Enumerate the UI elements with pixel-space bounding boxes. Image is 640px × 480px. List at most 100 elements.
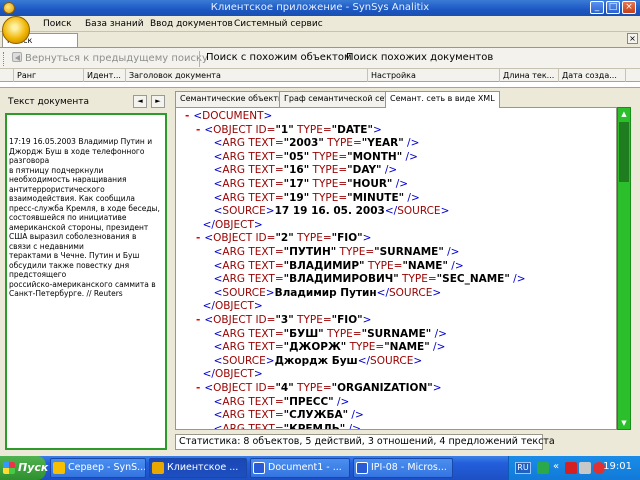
- close-button[interactable]: ×: [622, 1, 636, 14]
- task-label: Клиентское ...: [167, 462, 239, 473]
- text-line: необходимость наращивания: [9, 175, 127, 184]
- menu-search[interactable]: Поиск: [43, 19, 72, 29]
- xml-arg-line: <ARG TEXT="ПУТИН" TYPE="SURNAME" />: [213, 246, 460, 258]
- similar-object-search-button[interactable]: Поиск с похожим объектом: [206, 52, 351, 63]
- task-label: Document1 - ...: [268, 462, 342, 473]
- window-title: Клиентское приложение - SynSys Analitix: [210, 2, 430, 13]
- task-ipi08[interactable]: IPI-08 - Micros...: [353, 458, 453, 478]
- text-line: обсудили также повестку дня: [9, 260, 130, 270]
- security-alert-icon[interactable]: [565, 462, 577, 474]
- column-text-length[interactable]: Длина тек...: [500, 69, 559, 82]
- menu-bar: Поиск База знаний Ввод документов Систем…: [0, 16, 640, 44]
- xml-arg-line: <ARG TEXT="17" TYPE="HOUR" />: [213, 178, 409, 190]
- text-line: связи с недавними: [9, 241, 84, 251]
- minimize-button[interactable]: _: [590, 1, 604, 14]
- task-document1[interactable]: Document1 - ...: [250, 458, 350, 478]
- task-client-app[interactable]: Клиентское ...: [149, 458, 247, 478]
- show-hidden-icons[interactable]: «: [553, 461, 559, 472]
- menu-knowledge-base[interactable]: База знаний: [85, 19, 144, 29]
- xml-object-open: - <OBJECT ID="2" TYPE="FIO">: [196, 232, 372, 245]
- toolbar: Вернуться к предыдущему поиску Поиск с п…: [0, 47, 640, 69]
- menu-document-input[interactable]: Ввод документов: [150, 19, 233, 29]
- text-line: российско-американского саммита в: [9, 279, 156, 289]
- system-tray: RU « 19:01: [508, 456, 640, 480]
- xml-object-open: - <OBJECT ID="1" TYPE="DATE">: [196, 123, 382, 136]
- xml-source-line: <SOURCE>Владимир Путин</SOURCE>: [213, 286, 442, 299]
- column-created-date[interactable]: Дата созда...: [559, 69, 626, 82]
- text-line: терактами в Чечне. Путин и Буш: [9, 251, 140, 260]
- xml-arg-line: <ARG TEXT="КРЕМЛЬ" />: [213, 422, 361, 430]
- xml-arg-line: <ARG TEXT="ПРЕСС" />: [213, 395, 350, 408]
- client-app-icon: [152, 462, 164, 474]
- text-line: 17:19 16.05.2003 Владимир Путин и: [9, 137, 153, 146]
- document-text-area[interactable]: 17:19 16.05.2003 Владимир Путин и Джордж…: [5, 113, 167, 450]
- task-label: Сервер - SynS...: [68, 462, 146, 473]
- back-to-previous-search-button[interactable]: Вернуться к предыдущему поиску: [12, 52, 208, 64]
- network-icon[interactable]: [579, 462, 591, 474]
- maximize-button[interactable]: □: [606, 1, 620, 14]
- start-button[interactable]: Пуск: [0, 456, 49, 480]
- column-title[interactable]: Заголовок документа: [126, 69, 368, 82]
- word-icon: [356, 462, 368, 474]
- xml-arg-line: <ARG TEXT="БУШ" TYPE="SURNAME" />: [213, 327, 447, 340]
- windows-flag-icon: [3, 462, 15, 474]
- document-text-title: Текст документа: [8, 97, 89, 107]
- language-indicator[interactable]: RU: [515, 462, 531, 474]
- app-orb-icon[interactable]: [2, 16, 30, 44]
- document-text-panel: Текст документа ◄ ► 17:19 16.05.2003 Вла…: [0, 89, 172, 453]
- xml-arg-line: <ARG TEXT="ВЛАДИМИР" TYPE="NAME" />: [213, 259, 464, 272]
- tab-semantic-objects[interactable]: Семантические объекты: [175, 91, 290, 107]
- results-list[interactable]: [0, 82, 640, 88]
- column-marker[interactable]: [0, 69, 14, 82]
- xml-arg-line: <ARG TEXT="16" TYPE="DAY" />: [213, 164, 398, 177]
- task-server[interactable]: Сервер - SynS...: [50, 458, 146, 478]
- toolbar-grip[interactable]: [3, 52, 6, 66]
- xml-viewer[interactable]: - <DOCUMENT> - <OBJECT ID="1" TYPE="DATE"> <…: [175, 107, 617, 430]
- results-column-header: Ранг Идент... Заголовок документа Настро…: [0, 69, 640, 82]
- text-line: антитеррористического: [9, 184, 105, 194]
- xml-object-close: </OBJECT>: [202, 300, 263, 313]
- tab-semantic-xml[interactable]: Семант. сеть в виде XML: [385, 91, 500, 108]
- xml-object-close: </OBJECT>: [202, 218, 263, 231]
- xml-object-open: - <OBJECT ID="4" TYPE="ORGANIZATION">: [196, 382, 442, 394]
- xml-arg-line: <ARG TEXT="СЛУЖБА" />: [213, 409, 364, 422]
- scroll-thumb[interactable]: [619, 122, 629, 182]
- text-line: американской стороны, президент: [9, 222, 149, 232]
- title-bar: Клиентское приложение - SynSys Analitix …: [0, 0, 640, 16]
- next-document-button[interactable]: ►: [151, 95, 165, 108]
- xml-document-open: - <DOCUMENT>: [185, 110, 273, 122]
- text-line: предстоящего: [9, 270, 67, 279]
- text-line: состоявшейся по инициативе: [9, 213, 127, 222]
- tab-semantic-graph[interactable]: Граф семантической сети: [279, 91, 400, 107]
- text-line: Санкт-Петербурге. // Reuters: [9, 289, 123, 298]
- prev-document-button[interactable]: ◄: [133, 95, 147, 108]
- xml-arg-line: <ARG TEXT="19" TYPE="MINUTE" />: [213, 191, 420, 204]
- statistics-status: Статистика: 8 объектов, 5 действий, 3 от…: [175, 434, 555, 450]
- xml-object-open: - <OBJECT ID="3" TYPE="FIO">: [196, 314, 372, 326]
- text-line: Джордж Буш в ходе телефонного: [9, 146, 145, 156]
- xml-arg-line: <ARG TEXT="05" TYPE="MONTH" />: [213, 150, 418, 163]
- xml-object-close: </OBJECT>: [202, 368, 263, 381]
- scroll-down-icon[interactable]: ▼: [618, 417, 630, 429]
- start-label: Пуск: [18, 461, 49, 474]
- close-tab-icon[interactable]: ×: [627, 33, 638, 44]
- clock: 19:01: [603, 461, 632, 472]
- xml-source-line: <SOURCE>Джордж Буш</SOURCE>: [213, 354, 423, 367]
- task-label: IPI-08 - Micros...: [371, 462, 447, 473]
- taskbar: Пуск Сервер - SynS... Клиентское ... Doc…: [0, 456, 640, 480]
- back-to-previous-search-label: Вернуться к предыдущему поиску: [25, 53, 208, 64]
- back-arrow-icon: [12, 52, 22, 62]
- menu-system-service[interactable]: Системный сервис: [234, 19, 323, 29]
- text-line: в пятницу подчеркнули: [9, 165, 104, 175]
- xml-scrollbar[interactable]: ▲ ▼: [617, 107, 631, 430]
- similar-documents-search-button[interactable]: Поиск похожих документов: [346, 52, 493, 63]
- scroll-up-icon[interactable]: ▲: [618, 108, 630, 120]
- text-line: пресс-служба Кремля, в ходе беседы,: [9, 203, 160, 213]
- column-settings[interactable]: Настройка: [368, 69, 500, 82]
- semantic-panel: Семантические объекты Граф семантической…: [172, 89, 640, 453]
- tray-app-icon[interactable]: [537, 462, 549, 474]
- column-rank[interactable]: Ранг: [14, 69, 84, 82]
- toolbar-separator: [199, 51, 200, 67]
- column-id[interactable]: Идент...: [84, 69, 126, 82]
- xml-arg-line: <ARG TEXT="ДЖОРЖ" TYPE="NAME" />: [213, 341, 446, 354]
